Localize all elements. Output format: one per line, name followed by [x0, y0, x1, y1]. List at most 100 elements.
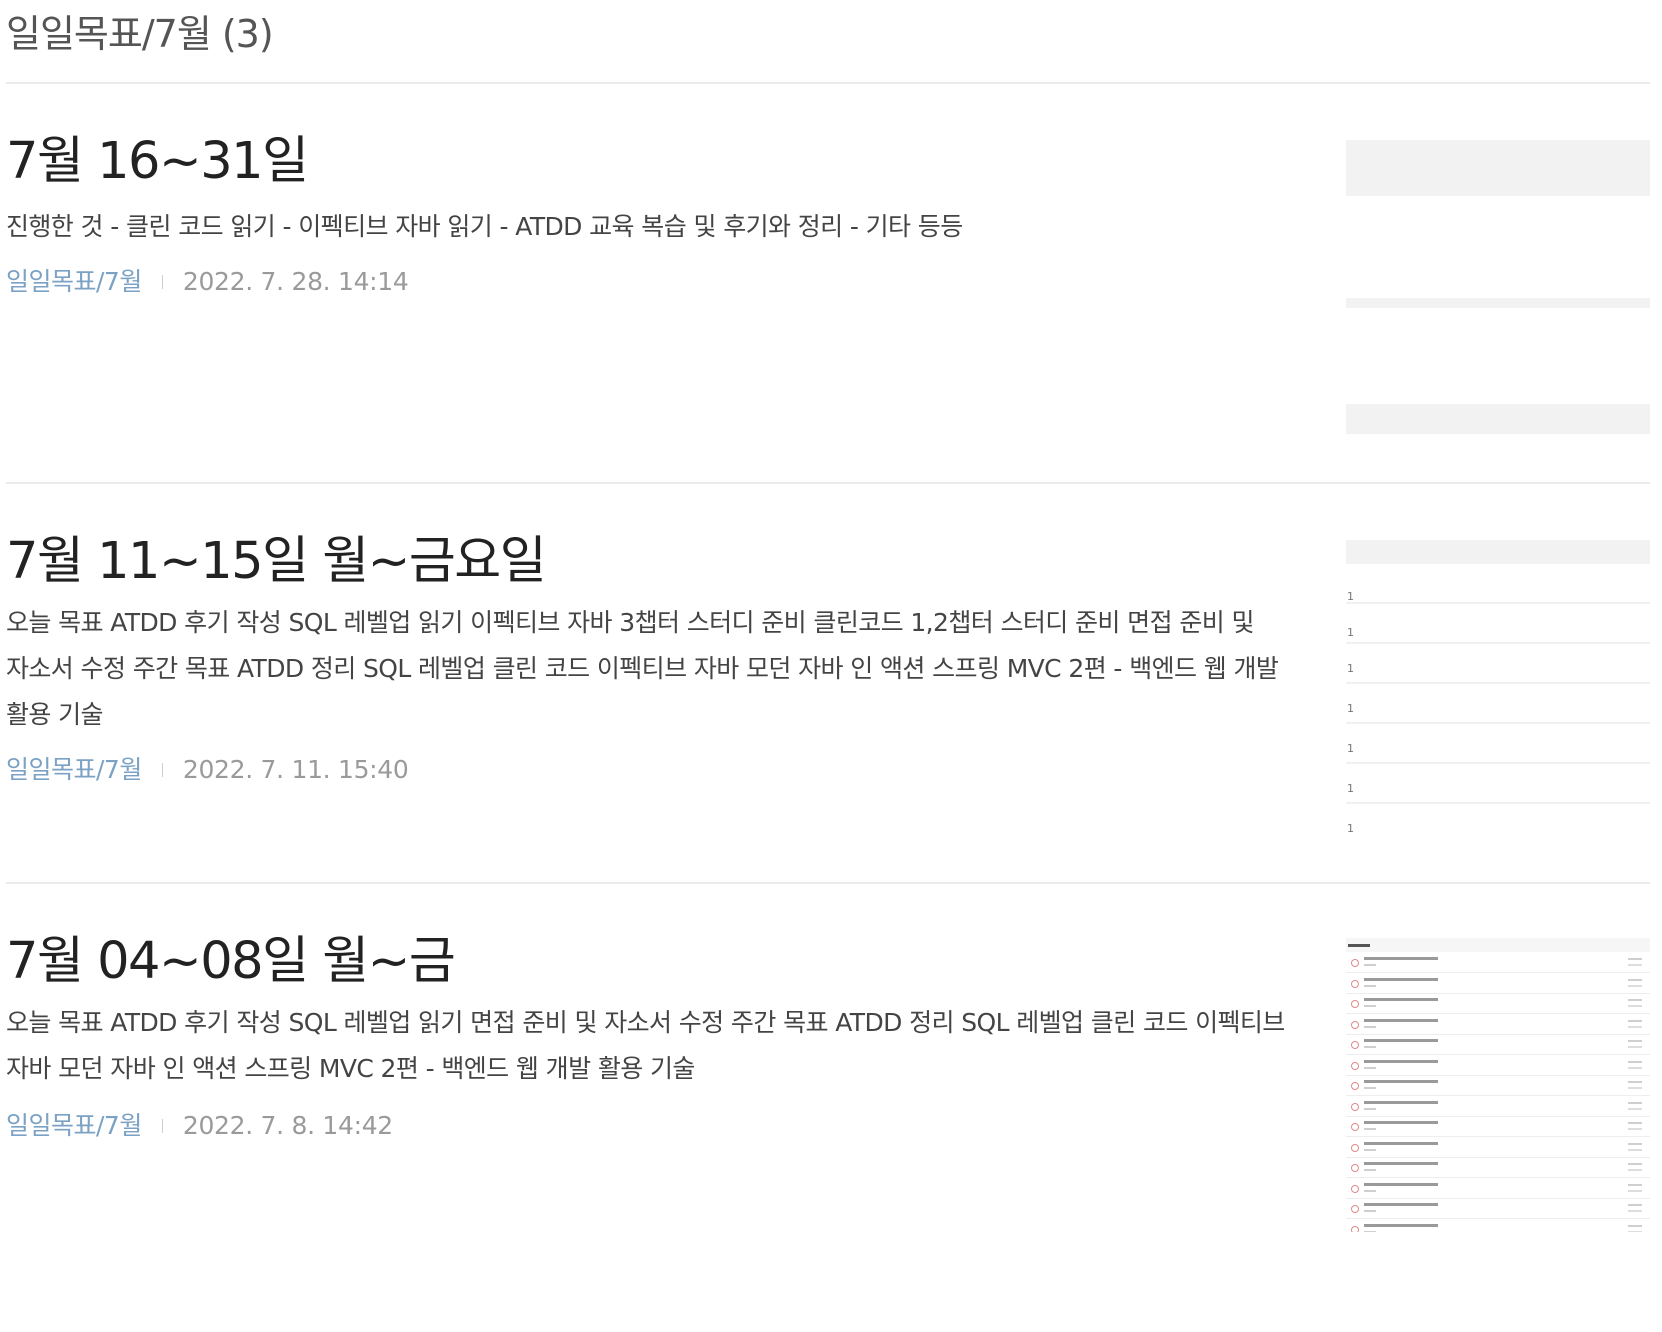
post-excerpt[interactable]: 진행한 것 - 클린 코드 읽기 - 이펙티브 자바 읽기 - ATDD 교육 … [6, 204, 1296, 250]
thumbnail-number: 1 [1347, 702, 1354, 715]
thumbnail-row-mark [1364, 998, 1438, 1001]
thumbnail-row-mark [1628, 1148, 1642, 1151]
thumbnail-row-mark [1351, 959, 1359, 967]
thumbnail-header [1346, 938, 1650, 952]
thumbnail-number: 1 [1347, 822, 1354, 835]
thumbnail-row-mark [1364, 1066, 1376, 1069]
thumbnail-row-mark [1364, 1162, 1438, 1165]
thumbnail-row: 1 [1346, 684, 1650, 724]
thumbnail-row: 1 [1346, 564, 1650, 604]
post-title[interactable]: 7월 04~08일 월~금 [6, 932, 456, 992]
divider [6, 82, 1650, 84]
thumbnail-row-mark [1628, 1163, 1642, 1165]
thumbnail-row-mark [1628, 1189, 1642, 1192]
thumbnail-row-mark [1628, 1060, 1642, 1063]
thumbnail-row-mark [1364, 1121, 1438, 1124]
thumbnail-row-mark [1364, 1189, 1376, 1192]
thumbnail-row [1346, 1219, 1650, 1232]
post-date: 2022. 7. 11. 15:40 [182, 755, 409, 784]
post-meta: 일일목표/7월 2022. 7. 8. 14:42 [6, 1110, 393, 1142]
post-date: 2022. 7. 28. 14:14 [182, 267, 409, 296]
thumbnail-row-mark [1628, 1019, 1642, 1022]
thumbnail-row: 1 [1346, 804, 1650, 840]
thumbnail-row-mark [1364, 1100, 1438, 1104]
thumbnail-row-mark [1628, 1169, 1642, 1171]
thumbnail-number: 1 [1347, 742, 1354, 755]
thumbnail-row-mark [1628, 1230, 1642, 1232]
post-excerpt[interactable]: 오늘 목표 ATDD 후기 작성 SQL 레벨업 읽기 면접 준비 및 자소서 … [6, 1000, 1296, 1092]
thumbnail-row-mark [1628, 984, 1642, 987]
meta-separator [161, 1119, 163, 1133]
post-item[interactable]: 7월 16~31일 진행한 것 - 클린 코드 읽기 - 이펙티브 자바 읽기 … [6, 132, 1650, 482]
thumbnail-row-mark [1628, 1128, 1642, 1130]
thumbnail-row [1346, 1178, 1650, 1199]
thumbnail-row-mark [1364, 1039, 1438, 1042]
thumbnail-row-mark [1351, 1061, 1359, 1070]
meta-separator [161, 763, 163, 777]
thumbnail-row-mark [1364, 1169, 1376, 1171]
post-date: 2022. 7. 8. 14:42 [182, 1111, 393, 1140]
post-thumbnail[interactable]: 1 1 1 1 1 1 1 [1346, 540, 1650, 840]
post-category-link[interactable]: 일일목표/7월 [6, 266, 142, 298]
thumbnail-row-mark [1628, 1204, 1642, 1206]
thumbnail-row-mark [1628, 1005, 1642, 1007]
thumbnail-row [1346, 1034, 1650, 1055]
thumbnail-row [1346, 1055, 1650, 1076]
thumbnail-row: 1 [1346, 604, 1650, 644]
post-item[interactable]: 7월 11~15일 월~금요일 오늘 목표 ATDD 후기 작성 SQL 레벨업… [6, 532, 1650, 882]
thumbnail-row-mark [1351, 1205, 1359, 1213]
thumbnail-row-mark [1628, 1224, 1642, 1227]
thumbnail-row-mark [1351, 1143, 1359, 1152]
thumbnail-row-mark [1628, 1025, 1642, 1028]
post-meta: 일일목표/7월 2022. 7. 11. 15:40 [6, 754, 409, 786]
thumbnail-row-mark [1364, 1018, 1438, 1022]
thumbnail-row [1346, 952, 1650, 973]
post-thumbnail[interactable] [1346, 938, 1650, 1232]
thumbnail-row-mark [1364, 1080, 1438, 1083]
post-excerpt[interactable]: 오늘 목표 ATDD 후기 작성 SQL 레벨업 읽기 이펙티브 자바 3챕터 … [6, 600, 1296, 738]
thumbnail-row [1346, 1014, 1650, 1035]
meta-separator [161, 275, 163, 289]
thumbnail-row-mark [1628, 958, 1642, 960]
thumbnail-block [1346, 140, 1650, 196]
thumbnail-row-mark [1364, 1203, 1438, 1206]
thumbnail-row-mark [1364, 1025, 1376, 1028]
thumbnail-row-mark [1628, 1183, 1642, 1186]
thumbnail-row-mark [1364, 1182, 1438, 1186]
thumbnail-row-mark [1351, 1164, 1359, 1172]
thumbnail-row-mark [1628, 1122, 1642, 1124]
thumbnail-row-mark [1364, 1223, 1438, 1227]
thumbnail-row-mark [1628, 1142, 1642, 1145]
thumbnail-row-mark [1351, 1041, 1359, 1049]
thumbnail-row-mark [1628, 1107, 1642, 1110]
thumbnail-row-mark [1628, 1210, 1642, 1212]
thumbnail-row: 1 [1346, 764, 1650, 804]
thumbnail-number: 1 [1347, 590, 1354, 603]
post-category-link[interactable]: 일일목표/7월 [6, 1110, 142, 1142]
thumbnail-row-mark [1351, 1082, 1359, 1090]
thumbnail-row-mark [1628, 978, 1642, 981]
thumbnail-row-mark [1364, 1107, 1376, 1110]
thumbnail-row-mark [1364, 1046, 1376, 1048]
post-title[interactable]: 7월 11~15일 월~금요일 [6, 532, 547, 592]
thumbnail-row-mark [1351, 1000, 1359, 1008]
thumbnail-row-mark [1351, 1020, 1359, 1029]
thumbnail-row-mark [1364, 1148, 1376, 1151]
thumbnail-row [1346, 1096, 1650, 1117]
thumbnail-block [1346, 404, 1650, 434]
thumbnail-row-mark [1364, 964, 1376, 966]
thumbnail-row-mark [1364, 957, 1438, 960]
post-category-link[interactable]: 일일목표/7월 [6, 754, 142, 786]
category-title: 일일목표/7월 (3) [6, 12, 274, 56]
thumbnail-row-mark [1364, 1210, 1376, 1212]
post-meta: 일일목표/7월 2022. 7. 28. 14:14 [6, 266, 409, 298]
post-thumbnail[interactable] [1346, 140, 1650, 440]
thumbnail-row-mark [1628, 1040, 1642, 1042]
post-item[interactable]: 7월 04~08일 월~금 오늘 목표 ATDD 후기 작성 SQL 레벨업 읽… [6, 932, 1650, 1332]
thumbnail-row-mark [1364, 1230, 1376, 1232]
thumbnail-row-mark [1364, 984, 1376, 987]
thumbnail-row-mark [1364, 1005, 1376, 1007]
thumbnail-row [1346, 1116, 1650, 1137]
post-title[interactable]: 7월 16~31일 [6, 132, 309, 192]
thumbnail-row [1346, 993, 1650, 1014]
